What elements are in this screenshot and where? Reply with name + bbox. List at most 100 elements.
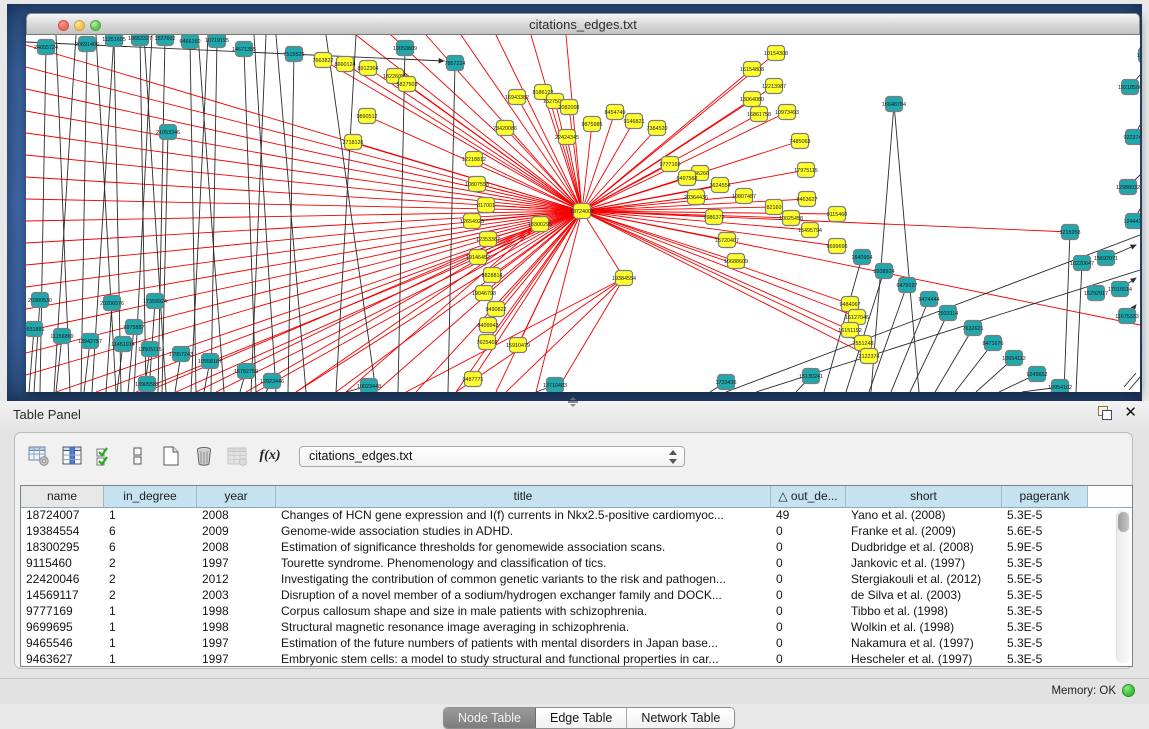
graph-edge[interactable] <box>536 211 582 392</box>
column-header-title[interactable]: title <box>276 486 771 507</box>
graph-edge[interactable] <box>1064 232 1070 392</box>
graph-node[interactable]: 10958187 <box>198 354 222 369</box>
graph-node[interactable]: 9875985 <box>582 117 603 132</box>
table-row[interactable]: 946554611997Estimation of the future num… <box>21 636 1132 652</box>
graph-node[interactable]: 9115460 <box>827 207 848 222</box>
graph-node[interactable]: 7625402 <box>477 335 498 350</box>
graph-edge[interactable] <box>448 63 455 392</box>
graph-node[interactable]: 11156869 <box>50 329 73 344</box>
graph-node[interactable]: 10807487 <box>732 189 756 204</box>
graph-node[interactable]: 15130241 <box>799 369 823 384</box>
graph-node[interactable]: 17359924 <box>143 294 167 309</box>
graph-node[interactable]: 13942757 <box>78 334 102 349</box>
graph-node[interactable]: 12988032 <box>1116 180 1140 195</box>
graph-node[interactable]: 2122374 <box>859 349 880 364</box>
close-panel-icon[interactable]: ✕ <box>1124 406 1137 420</box>
graph-edge[interactable] <box>26 199 582 211</box>
graph-node[interactable]: 16943382 <box>505 90 529 105</box>
graph-edge[interactable] <box>556 278 624 392</box>
network-view-window[interactable]: citations_edges.txt 18724007183002951938… <box>26 13 1140 392</box>
graph-node[interactable]: 9490822 <box>486 302 507 317</box>
graph-edge[interactable] <box>254 35 276 392</box>
graph-node[interactable]: 817001 <box>477 198 495 213</box>
graph-edge[interactable] <box>276 35 306 392</box>
graph-node[interactable]: 16648784 <box>882 97 906 112</box>
graph-node[interactable]: 11675333 <box>1115 309 1139 324</box>
graph-node[interactable]: 3215958 <box>1060 225 1081 240</box>
row-height-icon[interactable] <box>126 444 150 468</box>
graph-node[interactable]: 17957243 <box>169 347 193 362</box>
graph-node[interactable]: 19384554 <box>612 271 636 286</box>
graph-node[interactable]: 10688609 <box>724 254 748 269</box>
graph-node[interactable]: 10654112 <box>1002 351 1026 366</box>
graph-node[interactable]: 12923446 <box>260 374 284 389</box>
graph-edge[interactable] <box>288 54 294 392</box>
table-settings-icon[interactable] <box>27 444 51 468</box>
graph-node[interactable]: 10807558 <box>465 177 489 192</box>
column-header-out_degree[interactable]: △ out_de... <box>771 486 846 507</box>
node-table[interactable]: namein_degreeyeartitle△ out_de...shortpa… <box>20 485 1133 667</box>
graph-edge[interactable] <box>935 328 973 392</box>
graph-edge[interactable] <box>40 47 46 392</box>
graph-node[interactable]: 8409943 <box>478 318 499 333</box>
graph-edge[interactable] <box>1076 263 1082 392</box>
graph-node[interactable]: 21053346 <box>156 125 180 140</box>
graph-node[interactable]: 22424345 <box>555 130 579 145</box>
graph-node[interactable]: 5827503 <box>397 77 418 92</box>
graph-node[interactable]: 8912304 <box>358 61 379 76</box>
graph-node[interactable]: 13064080 <box>740 92 764 107</box>
table-row[interactable]: 946362711997Embryonic stem cells: a mode… <box>21 652 1132 667</box>
graph-node[interactable]: 20691406 <box>75 37 99 52</box>
tab-network-table[interactable]: Network Table <box>627 708 734 728</box>
graph-node[interactable]: 1527602 <box>155 35 176 46</box>
graph-node[interactable]: 9487771 <box>463 372 484 387</box>
graph-node[interactable]: 7485063 <box>790 134 811 149</box>
graph-node[interactable]: 11451914 <box>111 337 135 352</box>
graph-node[interactable]: 24055724 <box>34 40 58 55</box>
graph-node[interactable]: 19146452 <box>466 250 490 265</box>
panel-splitter-handle[interactable] <box>566 397 580 407</box>
scrollbar-thumb[interactable] <box>1118 512 1129 532</box>
graph-node[interactable]: 20206576 <box>100 296 124 311</box>
graph-node[interactable]: 10023448 <box>357 379 381 393</box>
graph-node[interactable]: 10053809 <box>393 41 417 56</box>
graph-node[interactable]: 8471676 <box>983 336 1004 351</box>
graph-node[interactable]: 10025458 <box>779 211 803 226</box>
show-columns-icon[interactable] <box>60 444 84 468</box>
graph-node[interactable]: 1640954 <box>852 250 873 265</box>
graph-edge[interactable] <box>26 155 582 211</box>
graph-node[interactable]: 9245652 <box>1027 367 1048 382</box>
graph-edge[interactable] <box>582 124 592 211</box>
graph-node[interactable]: 2082008 <box>559 100 580 115</box>
graph-edge[interactable] <box>244 49 256 392</box>
graph-node[interactable]: 9931881 <box>26 322 45 337</box>
new-table-icon[interactable] <box>159 444 183 468</box>
graph-edge[interactable] <box>251 35 266 392</box>
graph-edge[interactable] <box>406 278 624 392</box>
column-header-year[interactable]: year <box>197 486 276 507</box>
graph-node[interactable]: 10653327 <box>128 35 152 46</box>
column-header-name[interactable]: name <box>21 486 104 507</box>
graph-edge[interactable] <box>158 38 165 392</box>
graph-node[interactable]: 11251605 <box>102 35 126 47</box>
table-row[interactable]: 911546021997Tourette syndrome. Phenomeno… <box>21 556 1132 572</box>
table-row[interactable]: 1456911722003Disruption of a novel membe… <box>21 588 1132 604</box>
graph-node[interactable]: 16782759 <box>234 364 258 379</box>
graph-node[interactable]: 1125104 <box>1137 48 1140 63</box>
graph-node[interactable]: 19218506 <box>1118 80 1140 95</box>
graph-node[interactable]: 2718126 <box>343 135 364 150</box>
graph-node[interactable]: 2933114 <box>938 306 959 321</box>
graph-edge[interactable] <box>894 104 919 392</box>
graph-node[interactable]: 13905582 <box>135 377 159 392</box>
graph-edge[interactable] <box>162 132 168 392</box>
graph-node[interactable]: 9223741 <box>1124 130 1141 145</box>
graph-node[interactable]: 6466160 <box>180 35 201 49</box>
table-source-dropdown[interactable]: citations_edges.txt <box>299 446 685 467</box>
graph-node[interactable]: 3624554 <box>710 178 731 193</box>
graph-node[interactable]: 13505115 <box>138 342 162 357</box>
graph-node[interactable]: 18300295 <box>528 217 552 232</box>
graph-node[interactable]: 10220647 <box>1070 256 1094 271</box>
graph-edge[interactable] <box>1129 376 1140 390</box>
graph-node[interactable]: 9699695 <box>827 239 848 254</box>
table-row[interactable]: 2242004622012Investigating the contribut… <box>21 572 1132 588</box>
